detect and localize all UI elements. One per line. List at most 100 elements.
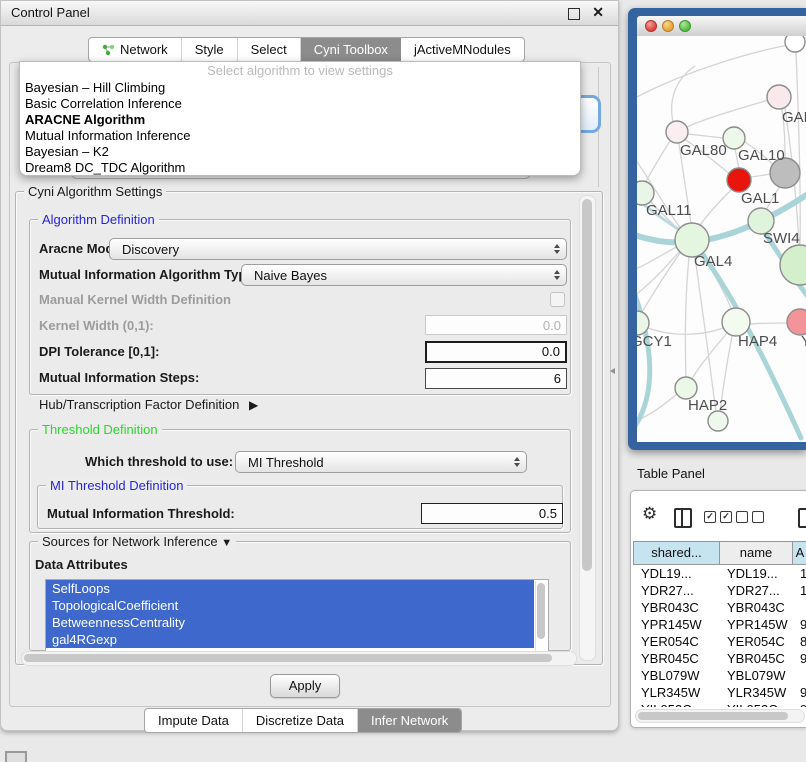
minimize-traffic-light-icon[interactable]	[662, 20, 674, 32]
tab-label: Discretize Data	[256, 713, 344, 728]
network-node[interactable]	[727, 168, 751, 192]
settings-scrollbar-thumb[interactable]	[582, 199, 592, 571]
column-layout-icon[interactable]	[674, 508, 692, 528]
network-node[interactable]	[780, 245, 806, 285]
table-row[interactable]: YDL19...YDL19...13	[633, 565, 806, 582]
table-cell: 9.	[792, 701, 806, 707]
table-row[interactable]: YDR27...YDR27...12	[633, 582, 806, 599]
group-title: Cyni Algorithm Settings	[24, 184, 166, 199]
kernel-width-field[interactable]: 0.0	[425, 315, 567, 335]
network-window-titlebar[interactable]	[637, 16, 806, 37]
float-window-icon[interactable]	[568, 8, 580, 20]
node-label: Y	[801, 333, 806, 350]
tab-style[interactable]: Style	[182, 38, 238, 61]
partial-toolbar-icon[interactable]	[798, 508, 806, 528]
table-row[interactable]: YPR145WYPR145W9.	[633, 616, 806, 633]
docked-panel-icon[interactable]	[5, 751, 27, 762]
attribute-item-selected[interactable]: gal4RGexp	[46, 631, 534, 648]
table-row[interactable]: YLR345WYLR345W9.	[633, 684, 806, 701]
manual-kernel-checkbox[interactable]	[550, 292, 565, 307]
tab-label: jActiveMNodules	[414, 42, 511, 57]
tab-label: Impute Data	[158, 713, 229, 728]
tab-discretize-data[interactable]: Discretize Data	[243, 709, 358, 732]
close-traffic-light-icon[interactable]	[645, 20, 657, 32]
table-row[interactable]: YER054CYER054C8.	[633, 633, 806, 650]
table-cell: YDL19...	[633, 565, 719, 582]
network-node[interactable]	[787, 309, 806, 335]
table-cell: 9.	[792, 616, 806, 633]
sources-title[interactable]: Sources for Network Inference ▼	[38, 534, 236, 549]
column-header[interactable]: shared...	[633, 541, 719, 565]
network-node[interactable]	[666, 121, 688, 143]
node-label: GAL4	[694, 253, 732, 270]
algorithm-option[interactable]: Bayesian – Hill Climbing	[20, 80, 580, 96]
attribute-item-selected[interactable]: SelfLoops	[46, 580, 534, 597]
apply-button[interactable]: Apply	[270, 674, 340, 698]
network-node[interactable]	[708, 411, 728, 431]
mi-steps-field[interactable]: 6	[425, 368, 567, 389]
attributes-scrollbar-thumb[interactable]	[537, 583, 545, 639]
tab-infer-network[interactable]: Infer Network	[358, 709, 461, 732]
hub-definition-toggle[interactable]: Hub/Transcription Factor Definition ▶	[39, 397, 258, 412]
data-attributes-label: Data Attributes	[35, 557, 128, 572]
dpi-tolerance-field[interactable]: 0.0	[425, 341, 567, 363]
gear-icon[interactable]: ⚙	[642, 505, 657, 522]
table-row[interactable]: YBL079WYBL079W	[633, 667, 806, 684]
table-cell: YBR045C	[719, 650, 792, 667]
attribute-item-selected[interactable]: TopologicalCoefficient	[46, 597, 534, 614]
close-icon[interactable]: ✕	[592, 4, 604, 21]
algorithm-option[interactable]: Mutual Information Inference	[20, 128, 580, 144]
select-all-checks-icon[interactable]: ✓ ✓	[704, 511, 732, 523]
network-node[interactable]	[675, 377, 697, 399]
network-node[interactable]	[767, 85, 791, 109]
column-header[interactable]: name	[719, 541, 792, 565]
table-panel-window: ⚙ ✓ ✓ shared...nameA YDL19...YDL19...13Y…	[630, 490, 806, 728]
table-row[interactable]: YBR045CYBR045C9.	[633, 650, 806, 667]
algorithm-option[interactable]: ARACNE Algorithm	[20, 112, 580, 128]
algorithm-option[interactable]: Dream8 DC_TDC Algorithm	[20, 160, 580, 176]
table-row[interactable]: YBR043CYBR043C	[633, 599, 806, 616]
settings-hscrollbar[interactable]	[21, 651, 577, 666]
table-hscrollbar-thumb[interactable]	[638, 712, 788, 720]
algorithm-option[interactable]: Bayesian – K2	[20, 144, 580, 160]
network-edge	[688, 134, 723, 138]
table-hscrollbar[interactable]	[635, 709, 805, 723]
column-header[interactable]: A	[792, 541, 806, 565]
settings-hscrollbar-thumb[interactable]	[24, 654, 552, 662]
which-threshold-combo[interactable]: MI Threshold	[235, 451, 527, 473]
group-title: Algorithm Definition	[38, 212, 159, 227]
network-edge	[672, 66, 695, 122]
attribute-item-selected[interactable]: BetweennessCentrality	[46, 614, 534, 631]
mi-threshold-field[interactable]: 0.5	[421, 503, 563, 524]
node-label: GAL80	[680, 142, 727, 159]
combo-arrows-icon	[554, 270, 560, 281]
mi-type-combo[interactable]: Naive Bayes	[241, 264, 567, 286]
mi-type-label: Mutual Information Algorithm Type:	[39, 267, 258, 282]
table-row[interactable]: YIL052CYIL052C9.	[633, 701, 806, 707]
table-cell: YER054C	[719, 633, 792, 650]
network-node[interactable]	[722, 308, 750, 336]
table-cell: YBL079W	[633, 667, 719, 684]
network-canvas[interactable]: GALGAL80GAL10GAL1GAL11SWI4GAL4GCY1HAP4YH…	[637, 36, 806, 442]
algorithm-option[interactable]: Basic Correlation Inference	[20, 96, 580, 112]
splitter-collapse-icon[interactable]	[610, 368, 615, 374]
tab-impute-data[interactable]: Impute Data	[145, 709, 243, 732]
zoom-traffic-light-icon[interactable]	[679, 20, 691, 32]
tab-network[interactable]: Network	[89, 38, 182, 61]
combo-arrows-icon	[514, 457, 520, 468]
network-node[interactable]	[675, 223, 709, 257]
network-view-window[interactable]: GALGAL80GAL10GAL1GAL11SWI4GAL4GCY1HAP4YH…	[628, 8, 806, 450]
table-cell: YDR27...	[633, 582, 719, 599]
deselect-all-checks-icon[interactable]	[736, 511, 764, 523]
aracne-mode-combo[interactable]: Discovery	[109, 238, 567, 260]
node-label: GAL	[782, 109, 806, 126]
network-edge	[698, 189, 732, 228]
tab-cyni-toolbox[interactable]: Cyni Toolbox	[301, 38, 401, 61]
settings-scrollbar[interactable]	[579, 195, 596, 661]
data-attributes-list[interactable]: SelfLoopsTopologicalCoefficientBetweenne…	[45, 579, 549, 657]
tab-jactivemnodules[interactable]: jActiveMNodules	[401, 38, 524, 61]
tab-select[interactable]: Select	[238, 38, 301, 61]
network-node[interactable]	[785, 36, 805, 52]
algorithm-dropdown-popup: Select algorithm to view settings Bayesi…	[19, 61, 581, 176]
attributes-scrollbar[interactable]	[535, 581, 547, 654]
